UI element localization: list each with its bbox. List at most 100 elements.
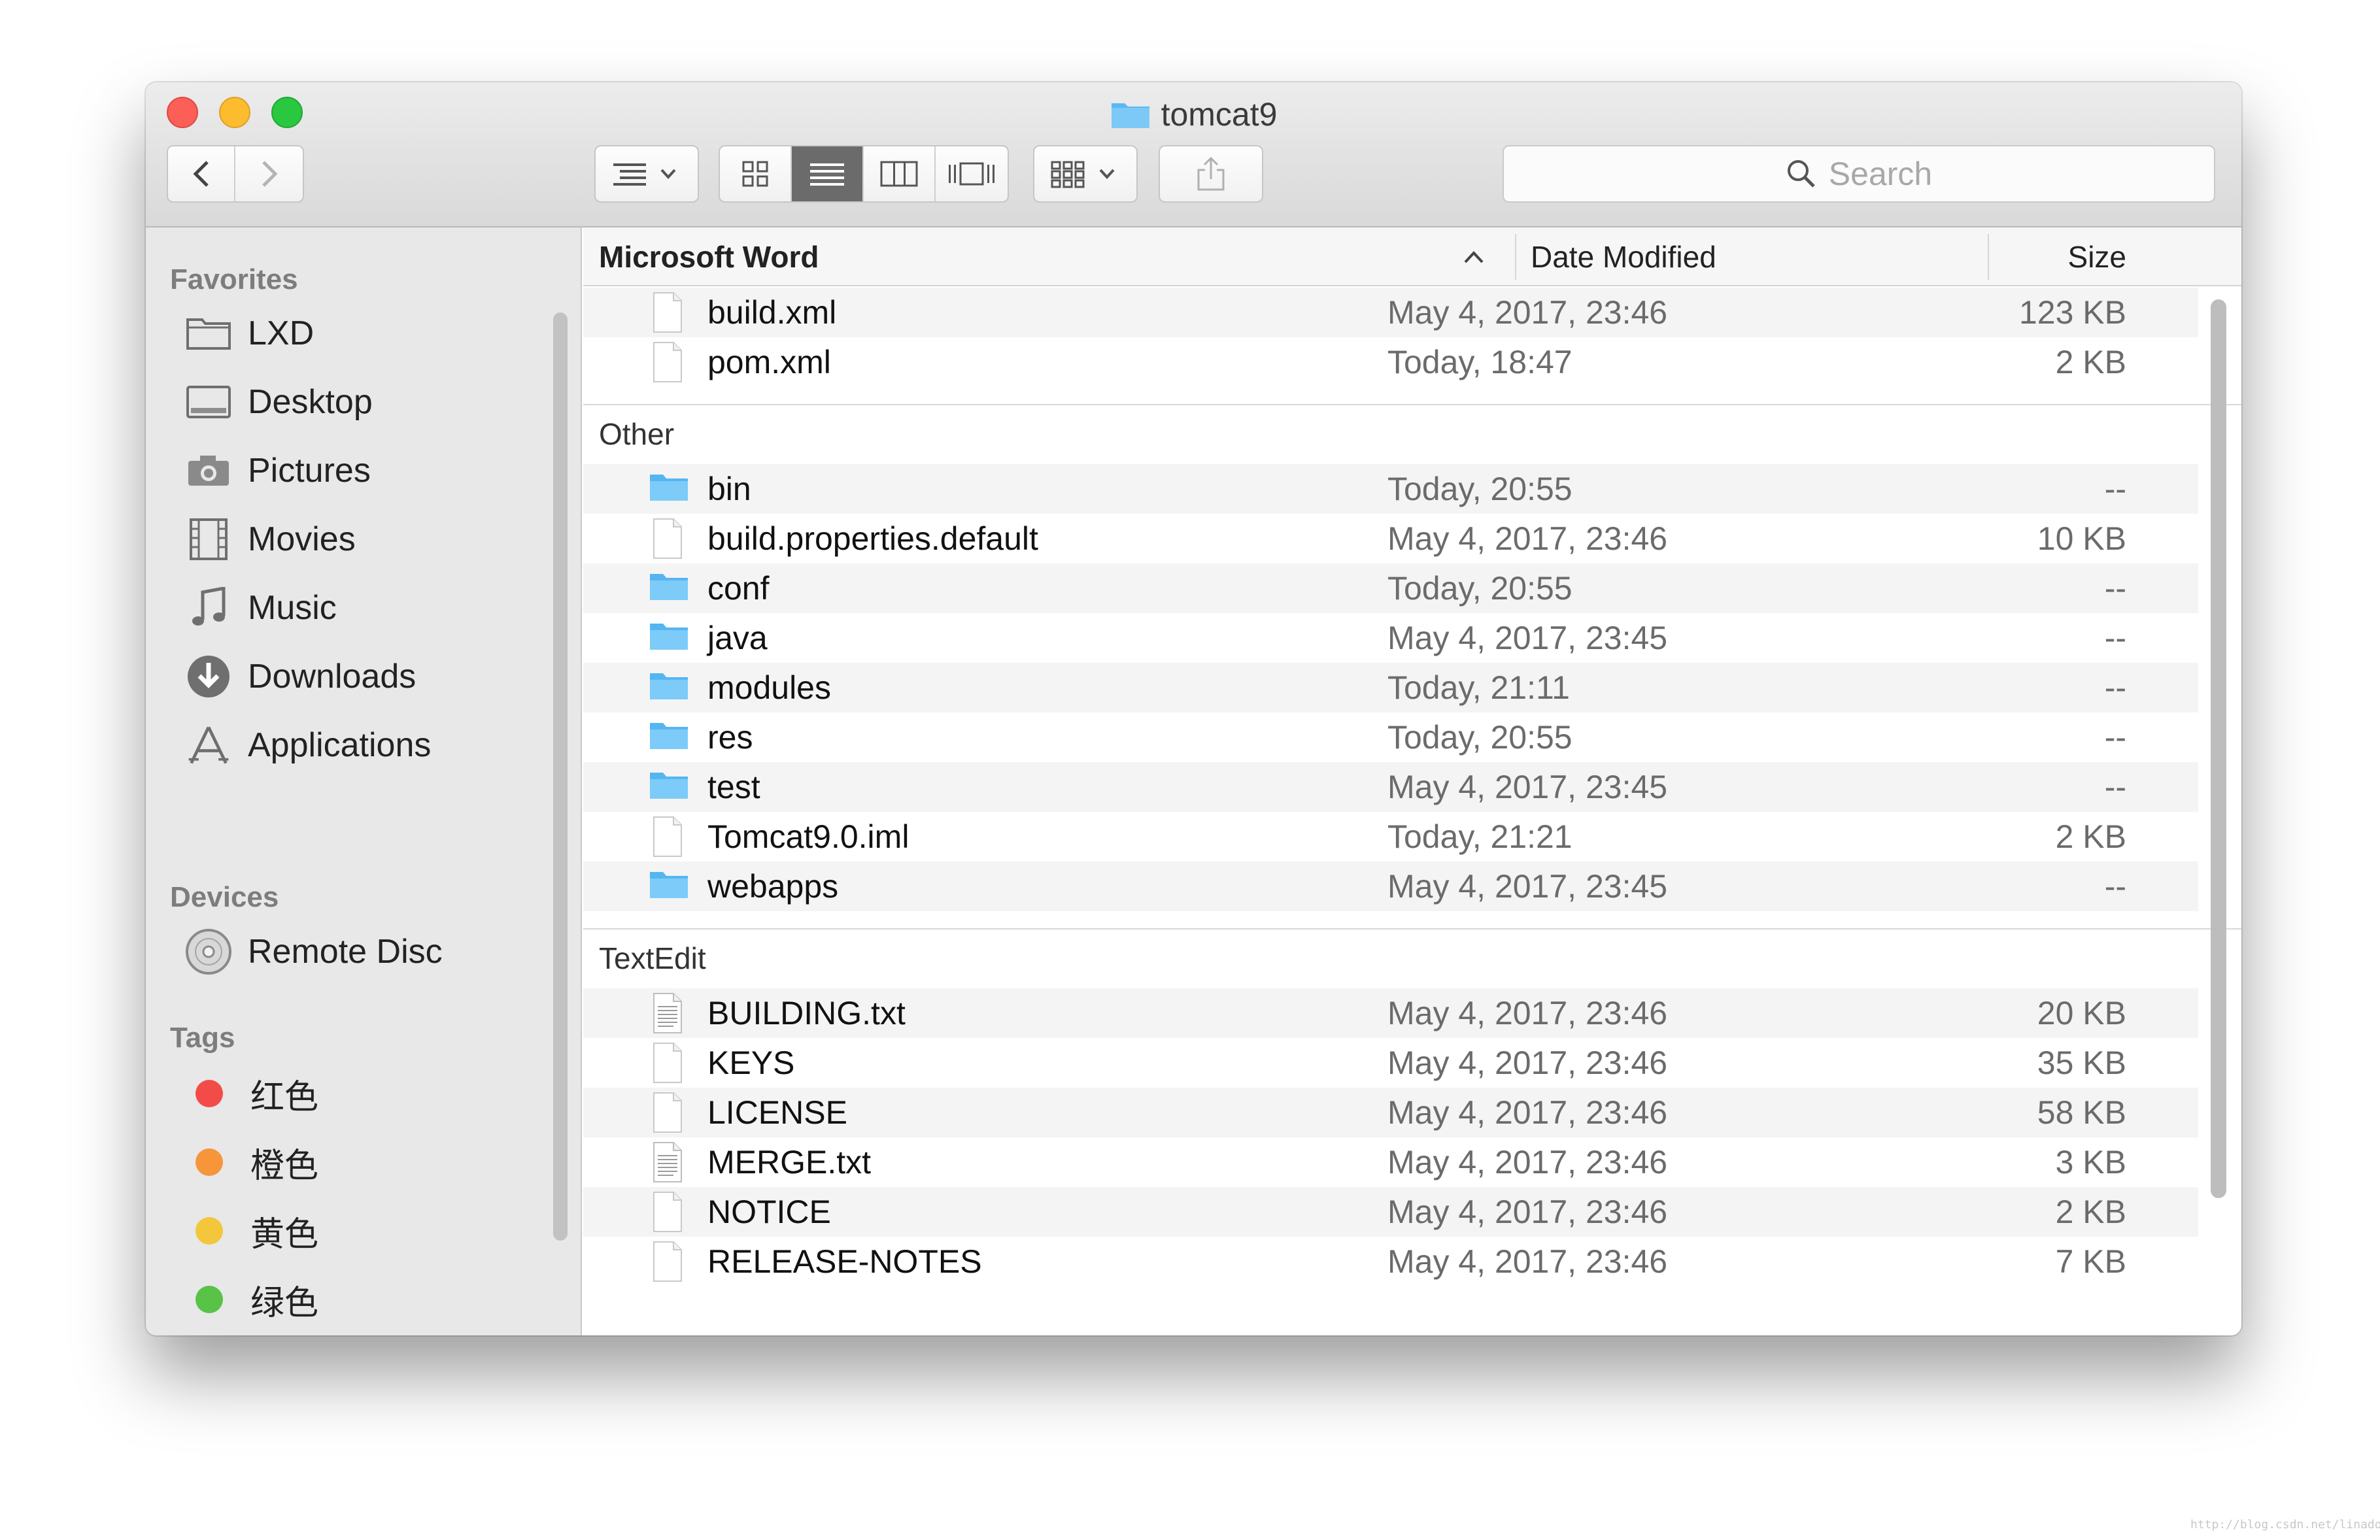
document-icon xyxy=(649,1241,689,1282)
folder-icon xyxy=(649,716,689,758)
tag-color-dot xyxy=(196,1217,223,1245)
file-date-modified: May 4, 2017, 23:45 xyxy=(1387,620,1668,656)
document-icon xyxy=(649,518,689,560)
file-row[interactable]: LICENSEMay 4, 2017, 23:4658 KBTextE xyxy=(583,1088,2198,1137)
sidebar-item-label: 绿色 xyxy=(250,1284,319,1322)
search-placeholder: Search xyxy=(1828,156,1933,192)
document-icon xyxy=(649,816,689,858)
file-row[interactable]: build.properties.default May 4, 2017, 23:… xyxy=(583,514,2198,563)
file-date-modified: Today, 20:55 xyxy=(1387,570,1572,607)
file-size: 123 KB xyxy=(2018,294,2126,331)
file-size: -- xyxy=(2104,620,2126,656)
file-row[interactable]: MERGE.txtMay 4, 2017, 23:463 KBtext xyxy=(583,1137,2198,1187)
vertical-scrollbar[interactable] xyxy=(2211,299,2226,1198)
column-name-header[interactable]: Microsoft Word xyxy=(599,227,819,286)
file-row[interactable]: NOTICEMay 4, 2017, 23:462 KBTextE xyxy=(583,1187,2198,1237)
file-name: java xyxy=(707,620,768,656)
sidebar-tag-red[interactable]: 红色 xyxy=(185,1067,318,1120)
folder-icon xyxy=(649,468,689,510)
back-button[interactable] xyxy=(168,146,236,201)
file-row[interactable]: KEYSMay 4, 2017, 23:4635 KBTextE xyxy=(583,1038,2198,1088)
sidebar-scrollbar[interactable] xyxy=(553,312,568,1241)
sidebar-item-desktop[interactable]: Desktop xyxy=(185,376,373,428)
file-date-modified: May 4, 2017, 23:46 xyxy=(1387,1194,1668,1230)
file-name: modules xyxy=(707,669,831,706)
sidebar-item-label: Desktop xyxy=(248,383,373,421)
folder-icon xyxy=(649,667,689,709)
file-size: 3 KB xyxy=(2055,1144,2126,1180)
column-date-header[interactable]: Date Modified xyxy=(1531,227,1716,286)
devices-header: Devices xyxy=(170,881,279,913)
nav-buttons xyxy=(167,145,304,203)
document-icon xyxy=(649,1191,689,1233)
sidebar-item-movies[interactable]: Movies xyxy=(185,513,356,565)
file-row[interactable]: testMay 4, 2017, 23:45--Folde xyxy=(583,762,2198,812)
file-date-modified: Today, 20:55 xyxy=(1387,719,1572,756)
sidebar-item-label: Remote Disc xyxy=(248,933,443,971)
sidebar-item-pictures[interactable]: Pictures xyxy=(185,444,371,497)
window-title-text: tomcat9 xyxy=(1161,96,1278,133)
sidebar-item-lxd[interactable]: LXD xyxy=(185,307,314,360)
file-row[interactable]: binToday, 20:55--Folde xyxy=(583,464,2198,514)
sidebar-tag-orange[interactable]: 橙色 xyxy=(185,1136,318,1188)
file-row[interactable]: webappsMay 4, 2017, 23:45--Folde xyxy=(583,862,2198,911)
sidebar-item-label: Pictures xyxy=(248,452,371,490)
film-icon xyxy=(185,518,232,560)
file-row[interactable]: build.xmlMay 4, 2017, 23:46123 KBXML xyxy=(583,288,2198,337)
list-view-button[interactable] xyxy=(792,146,864,201)
column-view-button[interactable] xyxy=(864,146,936,201)
column-size-header[interactable]: Size xyxy=(2022,227,2126,286)
group-by-button[interactable] xyxy=(1033,145,1138,203)
watermark: http://blog.csdn.net/linadole xyxy=(2190,1518,2380,1532)
sidebar-item-applications[interactable]: Applications xyxy=(185,719,431,771)
sidebar-item-downloads[interactable]: Downloads xyxy=(185,650,416,703)
file-row[interactable]: RELEASE-NOTESMay 4, 2017, 23:467 KBTextE xyxy=(583,1237,2198,1286)
action-gear-icon xyxy=(1051,161,1115,188)
column-divider[interactable] xyxy=(1988,234,1989,280)
file-date-modified: May 4, 2017, 23:45 xyxy=(1387,769,1668,805)
file-name: test xyxy=(707,769,760,805)
file-date-modified: May 4, 2017, 23:46 xyxy=(1387,294,1668,331)
desktop-icon xyxy=(185,381,232,423)
icon-view-button[interactable] xyxy=(720,146,792,201)
sidebar-tag-yellow[interactable]: 黄色 xyxy=(185,1205,318,1257)
file-size: 2 KB xyxy=(2055,344,2126,380)
cover-flow-view-button[interactable] xyxy=(936,146,1008,201)
file-name: MERGE.txt xyxy=(707,1144,872,1180)
file-row[interactable]: resToday, 20:55--Folde xyxy=(583,712,2198,762)
file-date-modified: Today, 18:47 xyxy=(1387,344,1572,380)
sidebar-item-label: Music xyxy=(248,589,337,627)
file-size: -- xyxy=(2104,719,2126,756)
group-header: Other xyxy=(583,404,2241,463)
file-row[interactable]: modulesToday, 21:11--Folde xyxy=(583,663,2198,712)
search-field[interactable]: Search xyxy=(1503,145,2215,203)
file-row[interactable]: confToday, 20:55--Folde xyxy=(583,563,2198,613)
file-row[interactable]: BUILDING.txtMay 4, 2017, 23:4620 KBtext xyxy=(583,988,2198,1038)
file-row[interactable]: javaMay 4, 2017, 23:45--Folde xyxy=(583,613,2198,663)
view-mode-control xyxy=(719,145,1009,203)
tag-color-dot xyxy=(196,1148,223,1176)
music-note-icon xyxy=(185,587,232,629)
file-name: webapps xyxy=(707,868,839,905)
file-name: Tomcat9.0.iml xyxy=(707,818,910,855)
file-size: 2 KB xyxy=(2055,1194,2126,1230)
arrange-button[interactable] xyxy=(594,145,699,203)
file-row[interactable]: pom.xmlToday, 18:472 KBXML xyxy=(583,337,2198,387)
share-button[interactable] xyxy=(1159,145,1263,203)
share-icon xyxy=(1197,156,1225,191)
sidebar-tag-green[interactable]: 绿色 xyxy=(185,1273,318,1326)
file-date-modified: Today, 21:21 xyxy=(1387,818,1572,855)
file-row[interactable]: Tomcat9.0.imlToday, 21:212 KBDocu xyxy=(583,812,2198,862)
toolbar: tomcat9 Search xyxy=(146,82,2241,227)
search-icon xyxy=(1787,160,1815,188)
file-name: pom.xml xyxy=(707,344,831,380)
file-name: build.xml xyxy=(707,294,837,331)
file-name: KEYS xyxy=(707,1045,795,1081)
column-divider[interactable] xyxy=(1515,234,1516,280)
sidebar-item-music[interactable]: Music xyxy=(185,582,337,634)
sidebar-item-remote-disc[interactable]: Remote Disc xyxy=(185,926,443,978)
sidebar-item-label: 红色 xyxy=(250,1078,319,1116)
arrange-menu-icon xyxy=(613,163,676,186)
forward-button[interactable] xyxy=(235,146,303,201)
sort-ascending-icon[interactable] xyxy=(1463,227,1485,286)
